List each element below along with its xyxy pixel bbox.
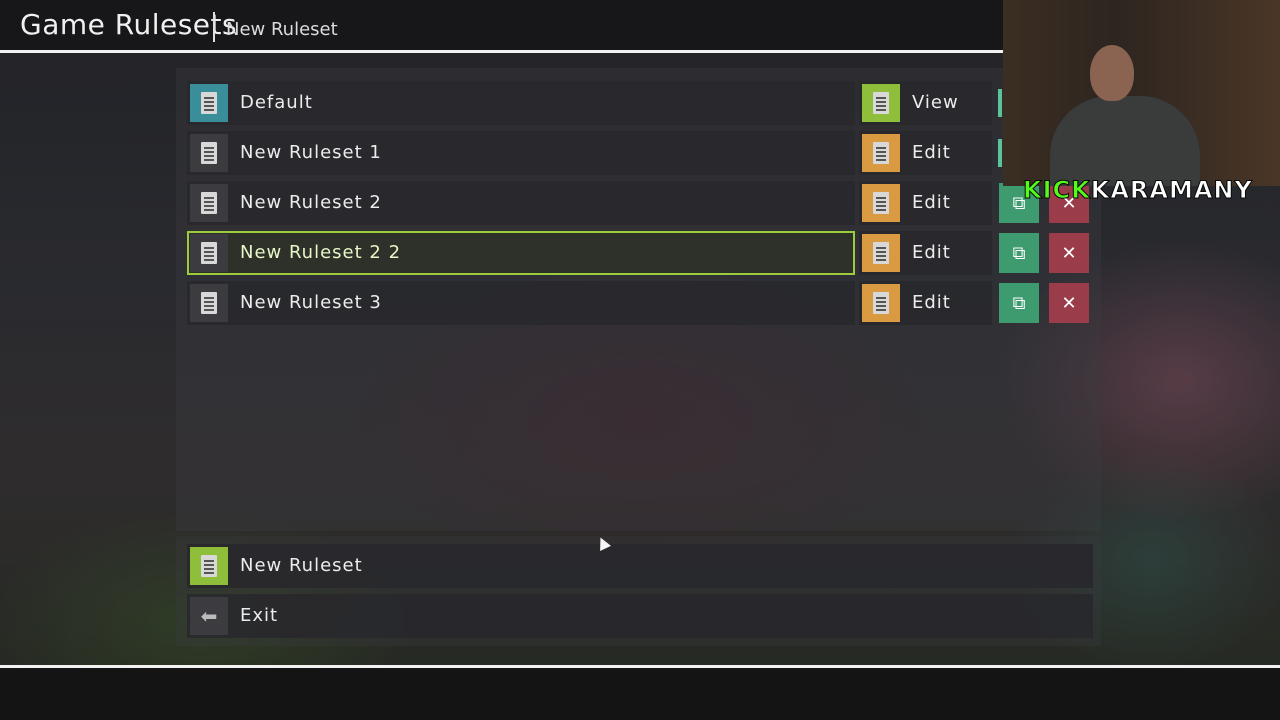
ruleset-row-2[interactable]: New Ruleset 2 [187, 181, 855, 225]
channel-name: KARAMANY [1090, 176, 1253, 205]
document-icon [190, 184, 228, 222]
exit-button[interactable]: ⬅ Exit [187, 594, 1093, 638]
streamer-body [1050, 96, 1200, 186]
delete-ruleset-button[interactable]: ✕ [1049, 283, 1089, 323]
edit-button[interactable]: Edit [859, 231, 992, 275]
delete-ruleset-button[interactable]: ✕ [1049, 233, 1089, 273]
edit-document-icon [862, 234, 900, 272]
edit-button[interactable]: Edit [859, 181, 992, 225]
edit-document-icon [862, 134, 900, 172]
new-document-icon [190, 547, 228, 585]
new-ruleset-label: New Ruleset [240, 555, 363, 576]
ruleset-row-default[interactable]: Default [187, 81, 855, 125]
kick-label: KICK [1023, 176, 1091, 205]
view-button[interactable]: View [859, 81, 992, 125]
ruleset-name: New Ruleset 2 2 [240, 242, 402, 263]
ruleset-name: New Ruleset 1 [240, 142, 382, 163]
ruleset-row-2-2[interactable]: New Ruleset 2 2 [187, 231, 855, 275]
edit-button[interactable]: Edit [859, 281, 992, 325]
copy-ruleset-button[interactable]: ⧉ [999, 233, 1039, 273]
edit-label: Edit [912, 192, 951, 213]
ruleset-row-3[interactable]: New Ruleset 3 [187, 281, 855, 325]
delete-icon: ✕ [1061, 242, 1077, 264]
view-label: View [912, 92, 959, 113]
footer-bar [0, 668, 1280, 720]
document-icon [190, 134, 228, 172]
copy-ruleset-button[interactable]: ⧉ [999, 283, 1039, 323]
header-bar: Game Rulesets New Ruleset [0, 0, 1003, 50]
delete-icon: ✕ [1061, 292, 1077, 314]
copy-icon: ⧉ [1012, 242, 1026, 264]
new-ruleset-button[interactable]: New Ruleset [187, 544, 1093, 588]
ruleset-row-1[interactable]: New Ruleset 1 [187, 131, 855, 175]
view-document-icon [862, 84, 900, 122]
exit-label: Exit [240, 605, 279, 626]
document-icon [190, 284, 228, 322]
row-indicator [998, 139, 1002, 167]
header-divider [0, 50, 1003, 53]
ruleset-name: Default [240, 92, 313, 113]
kick-channel-logo: KICKKARAMANY [1023, 176, 1253, 205]
streamer-head [1090, 45, 1134, 101]
edit-document-icon [862, 184, 900, 222]
page-subtitle: New Ruleset [226, 19, 338, 40]
row-indicator [998, 89, 1002, 117]
title-separator [213, 12, 215, 42]
ruleset-name: New Ruleset 2 [240, 192, 382, 213]
edit-document-icon [862, 284, 900, 322]
page-title: Game Rulesets [20, 8, 238, 41]
edit-label: Edit [912, 142, 951, 163]
edit-label: Edit [912, 242, 951, 263]
edit-label: Edit [912, 292, 951, 313]
edit-button[interactable]: Edit [859, 131, 992, 175]
ruleset-name: New Ruleset 3 [240, 292, 382, 313]
document-icon [190, 84, 228, 122]
back-arrow-icon: ⬅ [190, 597, 228, 635]
document-icon [190, 234, 228, 272]
copy-icon: ⧉ [1012, 292, 1026, 314]
